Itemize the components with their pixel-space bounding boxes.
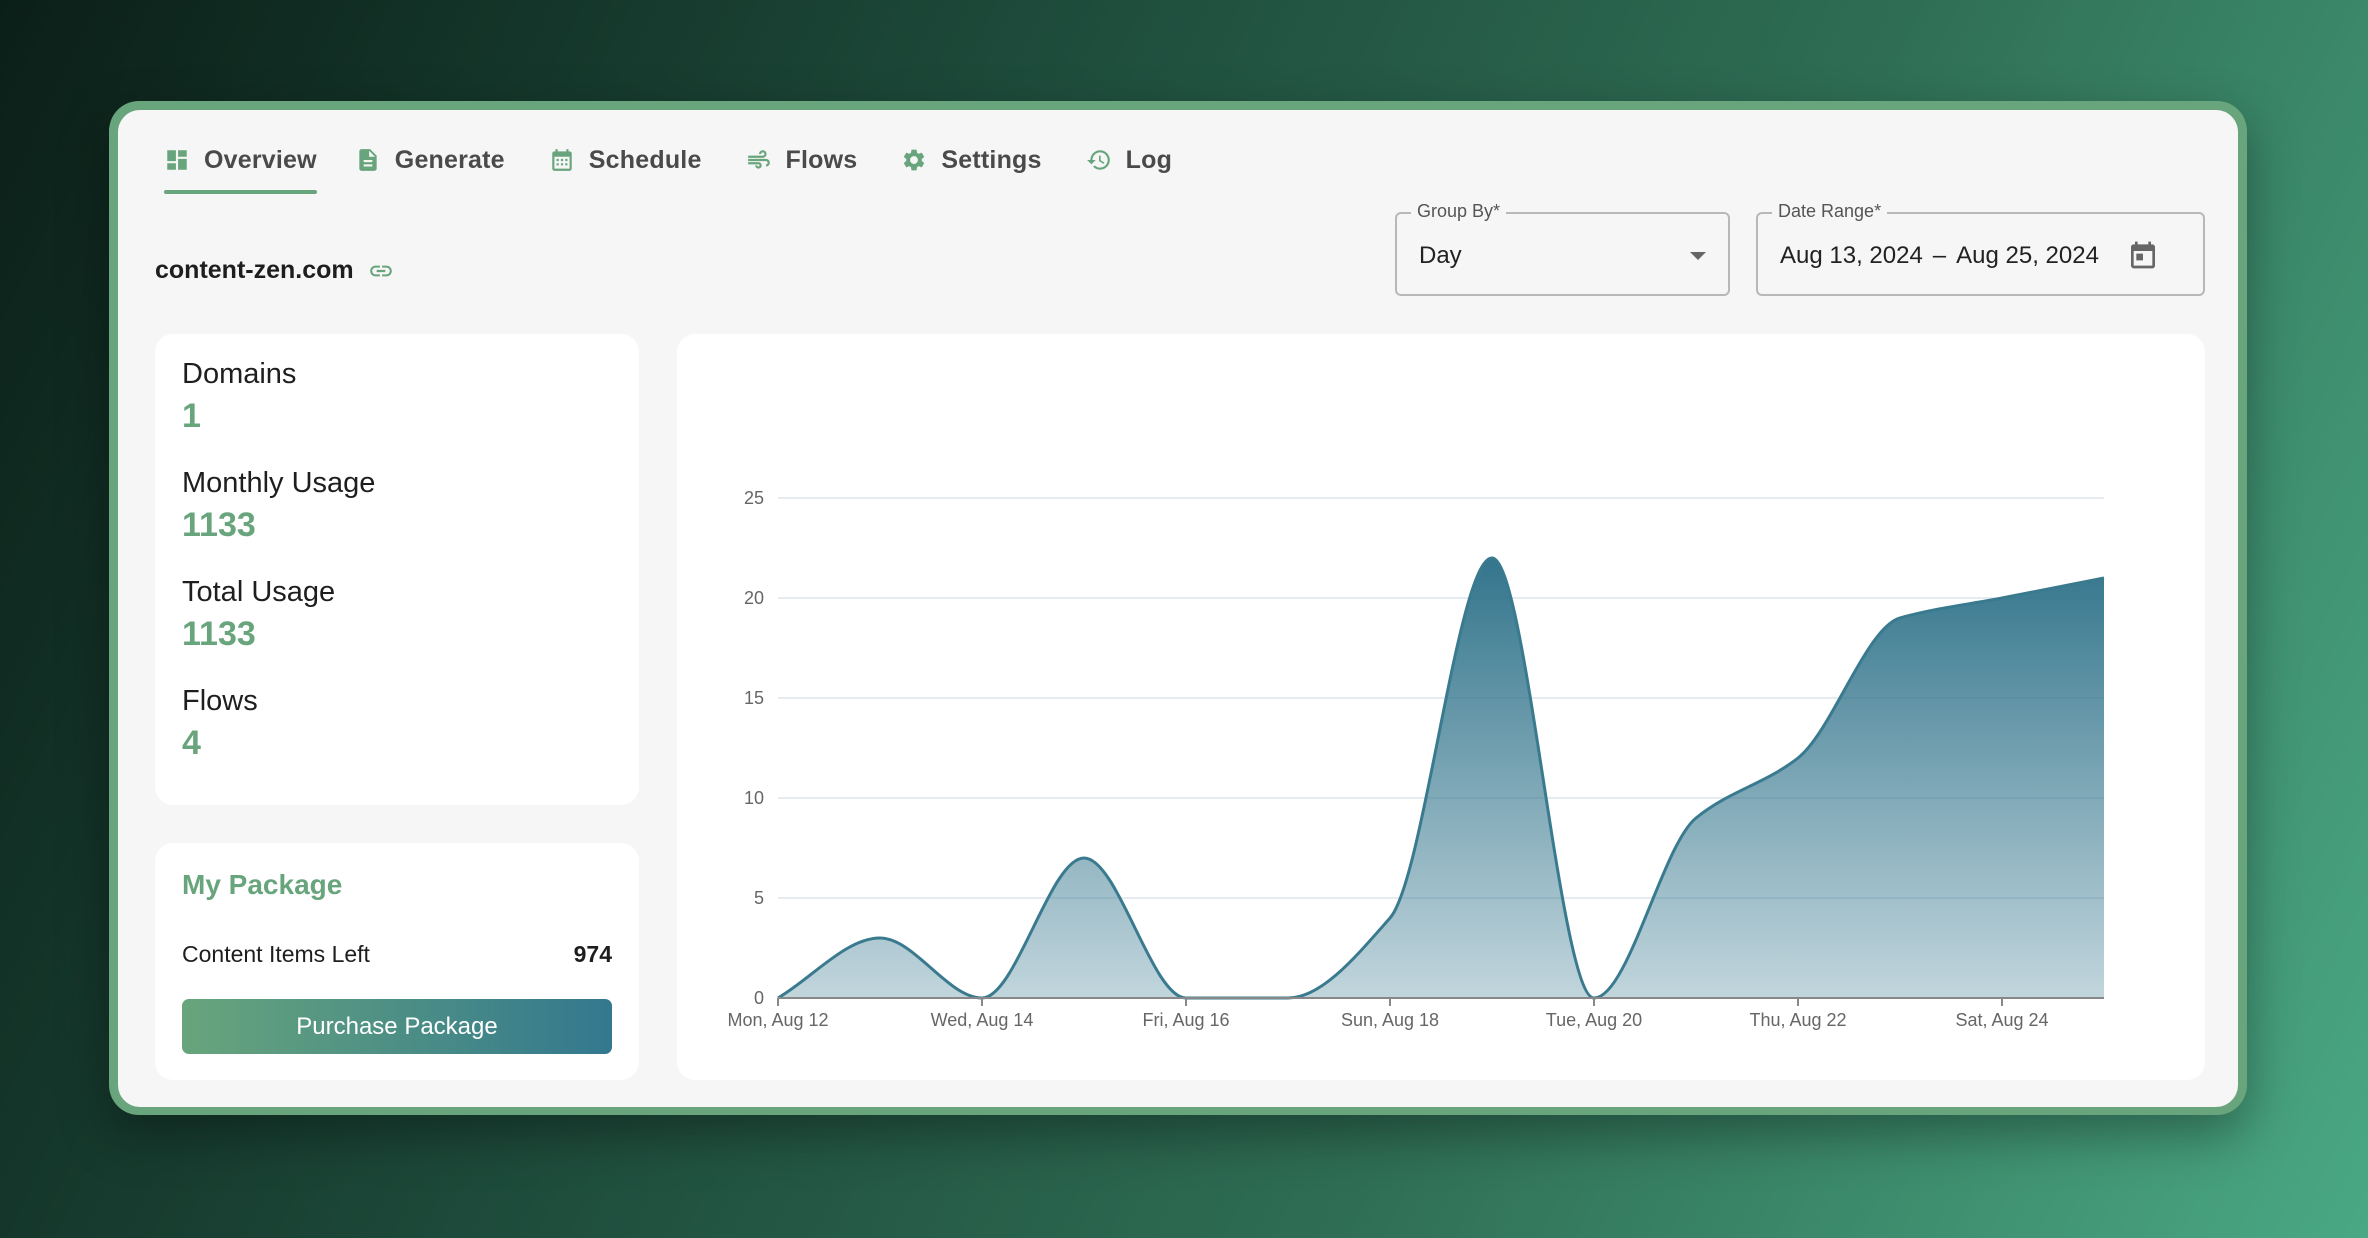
tab-log[interactable]: Log: [1086, 132, 1172, 188]
stat-value: 1133: [182, 506, 256, 544]
tab-label: Settings: [941, 145, 1042, 174]
calendar-icon[interactable]: [2127, 238, 2159, 272]
usage-area-chart: 0 5 10 15 20 25 Mon, Aug 12 Wed, Aug 14 Fri, Au…: [727, 488, 2105, 1030]
x-tick-label: Sun, Aug 18: [1341, 1010, 1439, 1030]
calendar-icon: [552, 149, 572, 171]
stat-flows: Flows 4: [182, 685, 258, 763]
date-range-picker[interactable]: Date Range* Aug 13, 2024– Aug 25, 2024: [1756, 201, 2205, 296]
tab-label: Log: [1125, 145, 1173, 174]
content-items-left-value: 974: [573, 941, 612, 967]
date-range-label: Date Range*: [1772, 201, 1888, 222]
stat-label: Flows: [182, 685, 258, 717]
main-tabs: Overview Generate Schedule Flows Setting…: [164, 132, 1216, 194]
content-items-left-row: Content Items Left 974: [182, 941, 612, 968]
package-card: My Package Content Items Left 974 Purcha…: [155, 843, 639, 1080]
tab-label: Overview: [204, 145, 317, 174]
dashboard-icon: [167, 150, 187, 170]
group-by-select[interactable]: Group By* Day: [1395, 201, 1730, 296]
chart-area: [778, 558, 2104, 998]
y-tick-label: 15: [744, 688, 764, 708]
x-axis: Mon, Aug 12 Wed, Aug 14 Fri, Aug 16 Sun, Au…: [727, 997, 2104, 1030]
y-tick-label: 20: [744, 588, 764, 608]
purchase-package-button[interactable]: Purchase Package: [182, 999, 612, 1054]
group-by-label: Group By*: [1411, 201, 1507, 222]
domain-header: content-zen.com: [155, 256, 394, 285]
tab-label: Schedule: [588, 145, 702, 174]
x-tick-label: Wed, Aug 14: [931, 1010, 1034, 1030]
tab-generate[interactable]: Generate: [355, 132, 505, 188]
dashboard-panel: Overview Generate Schedule Flows Setting…: [118, 110, 2238, 1107]
y-axis: 0 5 10 15 20 25: [744, 488, 764, 1008]
date-range-separator: –: [1932, 242, 1947, 269]
stat-monthly-usage: Monthly Usage 1133: [182, 467, 375, 545]
x-tick-label: Sat, Aug 24: [1955, 1010, 2048, 1030]
group-by-value: Day: [1419, 242, 1462, 269]
tab-label: Flows: [785, 145, 858, 174]
x-tick-label: Mon, Aug 12: [727, 1010, 828, 1030]
stats-card: Domains 1 Monthly Usage 1133 Total Usage…: [155, 334, 639, 805]
x-tick-label: Thu, Aug 22: [1749, 1010, 1846, 1030]
date-range-end[interactable]: Aug 25, 2024: [1956, 242, 2099, 269]
tab-flows[interactable]: Flows: [746, 132, 858, 188]
x-tick-label: Tue, Aug 20: [1546, 1010, 1642, 1030]
gear-icon: [904, 149, 925, 171]
stat-label: Total Usage: [182, 576, 336, 608]
tab-settings[interactable]: Settings: [901, 132, 1041, 188]
wind-icon: [747, 150, 770, 169]
x-tick-label: Fri, Aug 16: [1142, 1010, 1229, 1030]
domain-name: content-zen.com: [155, 256, 354, 284]
stat-value: 4: [182, 724, 201, 762]
stat-label: Monthly Usage: [182, 467, 376, 499]
content-items-left-label: Content Items Left: [182, 941, 370, 967]
y-tick-label: 5: [754, 888, 764, 908]
stat-value: 1: [182, 397, 201, 435]
stat-domains: Domains 1: [182, 358, 296, 436]
y-tick-label: 10: [744, 788, 764, 808]
stat-total-usage: Total Usage 1133: [182, 576, 335, 654]
chevron-down-icon[interactable]: [1690, 252, 1706, 260]
link-icon[interactable]: [368, 258, 394, 284]
y-tick-label: 0: [754, 988, 764, 1008]
date-range-value: Aug 13, 2024– Aug 25, 2024: [1780, 242, 2099, 270]
history-icon: [1086, 150, 1110, 170]
app-frame: Overview Generate Schedule Flows Setting…: [109, 101, 2247, 1115]
stat-label: Domains: [182, 358, 297, 390]
usage-chart-card: 0 5 10 15 20 25 Mon, Aug 12 Wed, Aug 14 Fri, Au…: [677, 334, 2205, 1080]
tab-overview[interactable]: Overview: [164, 132, 317, 194]
tab-label: Generate: [394, 145, 505, 174]
tab-schedule[interactable]: Schedule: [549, 132, 702, 188]
date-range-start[interactable]: Aug 13, 2024: [1780, 242, 1923, 269]
document-icon: [359, 149, 377, 171]
package-title: My Package: [182, 869, 343, 900]
y-tick-label: 25: [744, 488, 764, 508]
stat-value: 1133: [182, 615, 256, 653]
